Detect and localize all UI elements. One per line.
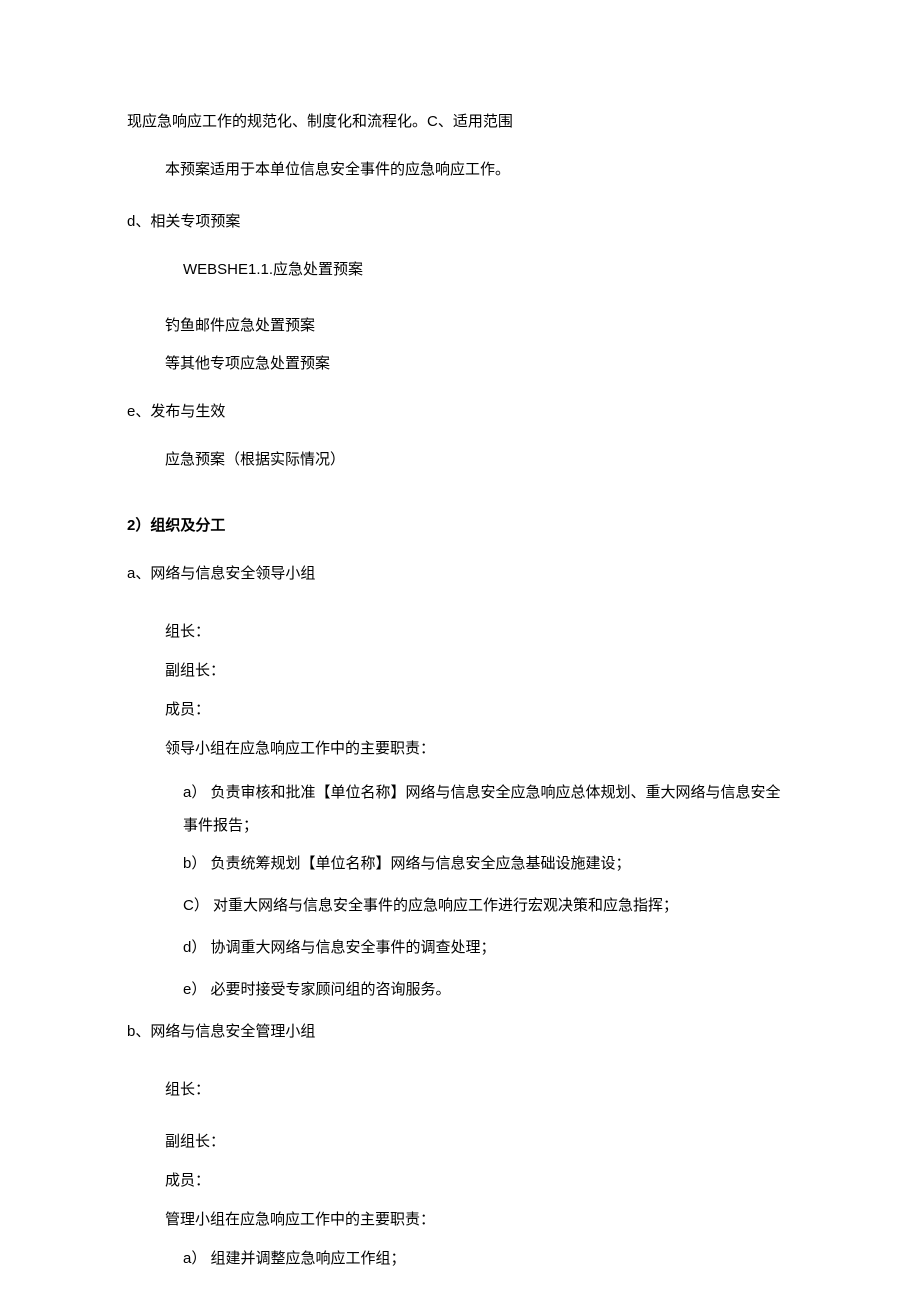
duty-marker: e） [183, 981, 206, 998]
duty-text: 对重大网络与信息安全事件的应急响应工作进行宏观决策和应急指挥； [213, 897, 678, 914]
duty-marker: b） [183, 855, 206, 872]
section-2-heading: 2）组织及分工 [127, 514, 793, 538]
duty-marker: a） [183, 784, 206, 801]
section-e-label: e、发布与生效 [127, 400, 793, 424]
group-a-members: 成员： [165, 698, 793, 722]
duty-marker: d） [183, 939, 206, 956]
group-a-duties-list: a） 负责审核和批准【单位名称】网络与信息安全应急响应总体规划、重大网络与信息安… [127, 776, 793, 1002]
section-d-item-2: 钓鱼邮件应急处置预案 [127, 314, 793, 338]
group-b-members: 成员： [165, 1169, 793, 1193]
group-a-leader: 组长： [165, 620, 793, 644]
duty-item: a） 负责审核和批准【单位名称】网络与信息安全应急响应总体规划、重大网络与信息安… [183, 776, 793, 842]
group-b-vice: 副组长： [165, 1130, 793, 1154]
section-d-label: d、相关专项预案 [127, 210, 793, 234]
group-a-vice: 副组长： [165, 659, 793, 683]
duty-text: 协调重大网络与信息安全事件的调查处理； [211, 939, 496, 956]
group-b-leader: 组长： [165, 1078, 793, 1102]
section-d-item-3: 等其他专项应急处置预案 [127, 352, 793, 376]
duty-item: b） 负责统筹规划【单位名称】网络与信息安全应急基础设施建设； [183, 852, 793, 876]
intro-line-2: 本预案适用于本单位信息安全事件的应急响应工作。 [127, 158, 793, 182]
group-b-label: b、网络与信息安全管理小组 [127, 1020, 793, 1044]
duty-item: C） 对重大网络与信息安全事件的应急响应工作进行宏观决策和应急指挥； [183, 894, 793, 918]
duty-text: 必要时接受专家顾问组的咨询服务。 [211, 981, 451, 998]
group-a-label: a、网络与信息安全领导小组 [127, 562, 793, 586]
intro-line-1: 现应急响应工作的规范化、制度化和流程化。C、适用范围 [127, 110, 793, 134]
document-body: 现应急响应工作的规范化、制度化和流程化。C、适用范围 本预案适用于本单位信息安全… [127, 110, 793, 1271]
duty-text: 组建并调整应急响应工作组； [211, 1250, 406, 1267]
duty-text: 负责审核和批准【单位名称】网络与信息安全应急响应总体规划、重大网络与信息安全事件… [183, 784, 781, 834]
duty-item: a） 组建并调整应急响应工作组； [183, 1247, 793, 1271]
duty-marker: C） [183, 897, 209, 914]
duty-item: d） 协调重大网络与信息安全事件的调查处理； [183, 936, 793, 960]
duty-marker: a） [183, 1250, 206, 1267]
duty-item: e） 必要时接受专家顾问组的咨询服务。 [183, 978, 793, 1002]
section-d-item-1: WEBSHE1.1.应急处置预案 [127, 258, 793, 282]
group-a-inner: 组长： 副组长： 成员： 领导小组在应急响应工作中的主要职责： [127, 620, 793, 761]
group-a-duties-intro: 领导小组在应急响应工作中的主要职责： [165, 737, 793, 761]
group-b-duties-list: a） 组建并调整应急响应工作组； [127, 1247, 793, 1271]
duty-text: 负责统筹规划【单位名称】网络与信息安全应急基础设施建设； [211, 855, 631, 872]
group-b-inner: 组长： 副组长： 成员： 管理小组在应急响应工作中的主要职责： [127, 1078, 793, 1232]
group-b-duties-intro: 管理小组在应急响应工作中的主要职责： [165, 1208, 793, 1232]
section-e-content: 应急预案（根据实际情况） [127, 448, 793, 472]
